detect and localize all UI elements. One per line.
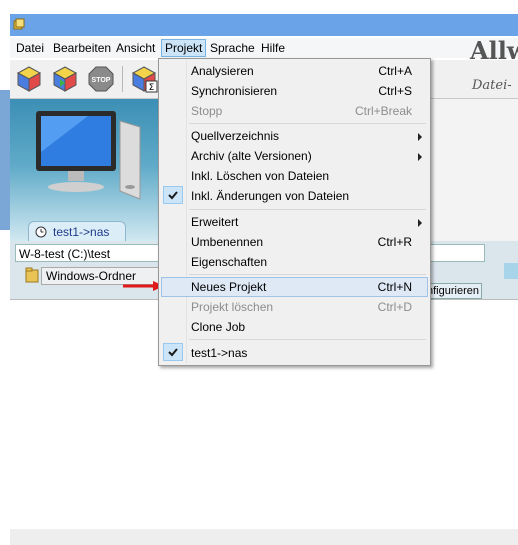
toolbar-separator bbox=[122, 66, 123, 92]
menu-ansicht[interactable]: Ansicht bbox=[113, 40, 158, 56]
menu-separator bbox=[189, 339, 426, 340]
menu-bearbeiten[interactable]: Bearbeiten bbox=[50, 40, 114, 56]
menu-item-synchronisieren[interactable]: Synchronisieren Ctrl+S bbox=[161, 81, 428, 101]
menu-item-label: Quellverzeichnis bbox=[191, 129, 280, 143]
submenu-arrow-icon bbox=[418, 219, 422, 227]
menu-separator bbox=[189, 274, 426, 275]
menu-item-label: Inkl. Löschen von Dateien bbox=[191, 169, 330, 183]
menu-item-neues-projekt[interactable]: Neues Projekt Ctrl+N bbox=[161, 277, 428, 297]
background-window-strip bbox=[0, 0, 10, 531]
job-tab[interactable]: test1->nas bbox=[28, 221, 126, 242]
cube-sum-icon[interactable]: Σ bbox=[130, 65, 158, 93]
menu-item-analysieren[interactable]: Analysieren Ctrl+A bbox=[161, 61, 428, 81]
svg-text:Σ: Σ bbox=[149, 83, 155, 93]
menu-item-label: Projekt löschen bbox=[191, 300, 274, 314]
stop-icon: STOP bbox=[88, 66, 114, 92]
cube-analyze-icon[interactable] bbox=[15, 65, 43, 93]
menu-item-label: Erweitert bbox=[191, 215, 239, 229]
menu-sprache[interactable]: Sprache bbox=[207, 40, 258, 56]
menu-item-shortcut: Ctrl+Break bbox=[354, 104, 412, 118]
menu-item-archiv[interactable]: Archiv (alte Versionen) bbox=[161, 146, 428, 166]
menu-separator bbox=[189, 209, 426, 210]
menu-item-projekt-loeschen[interactable]: Projekt löschen Ctrl+D bbox=[161, 297, 428, 317]
right-path-stub[interactable] bbox=[504, 263, 518, 279]
menu-bar: Datei Bearbeiten Ansicht Projekt Sprache… bbox=[10, 38, 518, 58]
menu-item-shortcut: Ctrl+S bbox=[378, 84, 412, 98]
menu-item-inkl-loeschen[interactable]: Inkl. Löschen von Dateien bbox=[161, 166, 428, 186]
stop-label: STOP bbox=[92, 77, 111, 84]
menu-item-label: Inkl. Änderungen von Dateien bbox=[191, 189, 350, 203]
banner-title: Allw bbox=[470, 36, 518, 65]
checkmark-icon bbox=[163, 343, 183, 361]
projekt-menu: Analysieren Ctrl+A Synchronisieren Ctrl+… bbox=[158, 58, 431, 366]
menu-item-label: Synchronisieren bbox=[191, 84, 278, 98]
menu-item-stopp[interactable]: Stopp Ctrl+Break bbox=[161, 101, 428, 121]
clock-icon bbox=[35, 226, 47, 238]
menu-item-label: Archiv (alte Versionen) bbox=[191, 149, 312, 163]
banner-subtitle: Datei- bbox=[472, 78, 512, 93]
menu-datei[interactable]: Datei bbox=[13, 40, 47, 56]
folder-icon bbox=[25, 267, 39, 283]
menu-item-label: Stopp bbox=[191, 104, 223, 118]
title-bar bbox=[10, 14, 518, 36]
menu-item-umbenennen[interactable]: Umbenennen Ctrl+R bbox=[161, 232, 428, 252]
cube-sync-icon[interactable] bbox=[51, 65, 79, 93]
menu-item-quellverzeichnis[interactable]: Quellverzeichnis bbox=[161, 126, 428, 146]
menu-item-eigenschaften[interactable]: Eigenschaften bbox=[161, 252, 428, 272]
menu-item-label: Neues Projekt bbox=[191, 280, 267, 294]
menu-item-shortcut: Ctrl+N bbox=[377, 280, 412, 294]
menu-item-inkl-aenderungen[interactable]: Inkl. Änderungen von Dateien bbox=[161, 186, 428, 206]
job-tab-label: test1->nas bbox=[53, 225, 110, 239]
menu-item-shortcut: Ctrl+R bbox=[377, 235, 412, 249]
menu-item-label: Analysieren bbox=[191, 64, 254, 78]
submenu-arrow-icon bbox=[418, 153, 422, 161]
menu-separator bbox=[189, 123, 426, 124]
menu-item-label: Umbenennen bbox=[191, 235, 264, 249]
menu-item-shortcut: Ctrl+A bbox=[378, 64, 412, 78]
computer-icon bbox=[36, 111, 141, 200]
checkmark-icon bbox=[163, 186, 183, 204]
menu-item-label: Eigenschaften bbox=[191, 255, 268, 269]
app-icon bbox=[13, 18, 25, 30]
status-bar bbox=[10, 529, 518, 545]
menu-item-erweitert[interactable]: Erweitert bbox=[161, 212, 428, 232]
stop-button[interactable]: STOP bbox=[87, 65, 115, 93]
menu-item-job-test1-nas[interactable]: test1->nas bbox=[161, 343, 428, 363]
menu-item-label: test1->nas bbox=[191, 346, 248, 360]
menu-item-clone-job[interactable]: Clone Job bbox=[161, 317, 428, 337]
menu-hilfe[interactable]: Hilfe bbox=[258, 40, 288, 56]
menu-item-label: Clone Job bbox=[191, 320, 246, 334]
configure-button[interactable]: nfigurieren bbox=[426, 283, 482, 299]
submenu-arrow-icon bbox=[418, 133, 422, 141]
background-band bbox=[0, 90, 10, 230]
menu-item-shortcut: Ctrl+D bbox=[377, 300, 412, 314]
menu-projekt[interactable]: Projekt bbox=[161, 39, 207, 57]
